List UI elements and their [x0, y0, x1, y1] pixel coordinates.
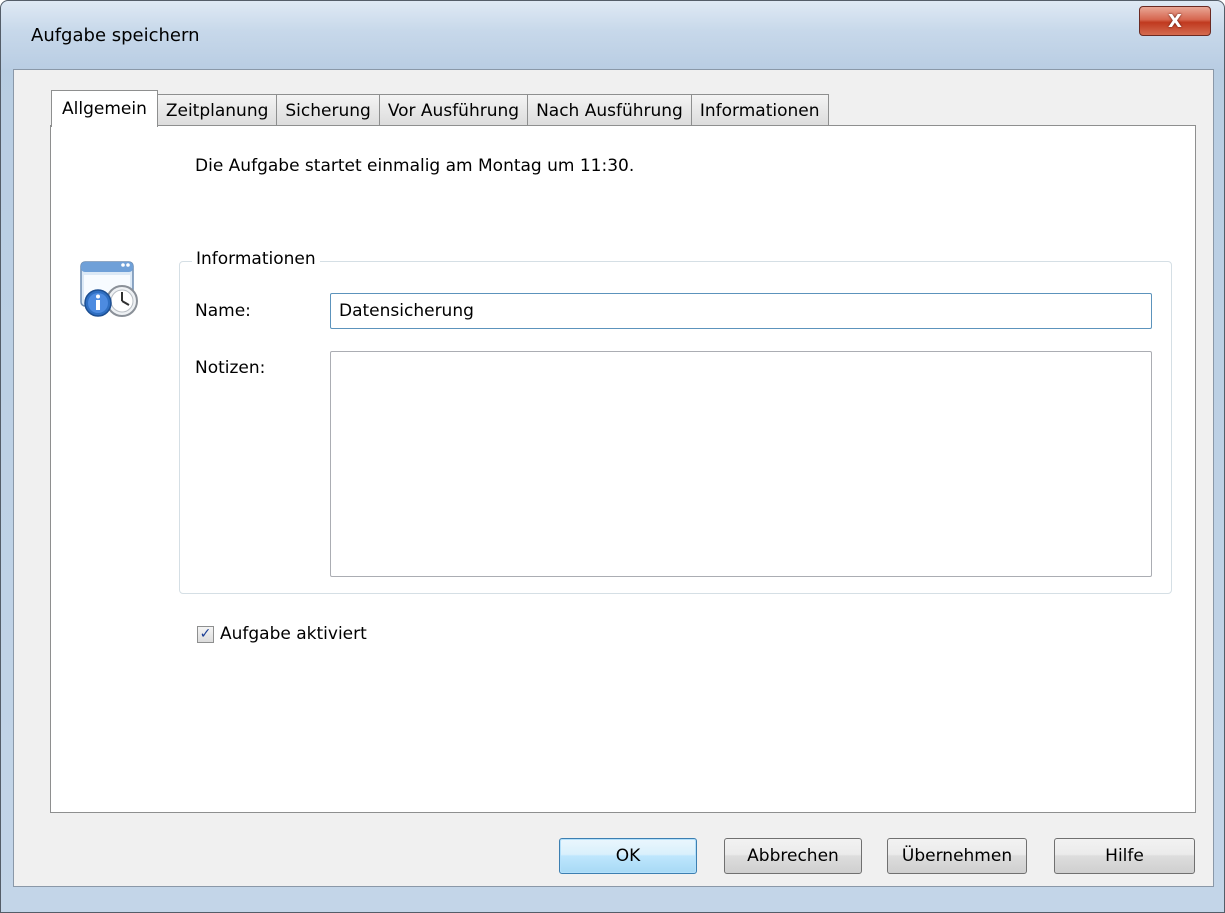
tab-informationen[interactable]: Informationen — [690, 94, 829, 126]
tab-nach-ausfuehrung[interactable]: Nach Ausführung — [527, 94, 692, 126]
dialog-window: Aufgabe speichern X Allgemein Zeitplanun… — [0, 0, 1225, 913]
group-title: Informationen — [192, 249, 320, 269]
help-button[interactable]: Hilfe — [1054, 838, 1195, 874]
cancel-button[interactable]: Abbrechen — [724, 838, 862, 874]
close-button[interactable]: X — [1139, 6, 1211, 36]
apply-button[interactable]: Übernehmen — [887, 838, 1027, 874]
tab-panel-allgemein: Die Aufgabe startet einmalig am Montag u… — [50, 125, 1196, 813]
notes-label: Notizen: — [195, 358, 266, 378]
close-icon: X — [1168, 10, 1182, 32]
ok-button[interactable]: OK — [559, 838, 697, 874]
informationen-group: Informationen Name: Notizen: — [179, 249, 1172, 594]
tab-allgemein[interactable]: Allgemein — [51, 90, 158, 127]
tab-bar: Allgemein Zeitplanung Sicherung Vor Ausf… — [51, 88, 829, 127]
schedule-summary: Die Aufgabe startet einmalig am Montag u… — [195, 156, 635, 176]
task-enabled-row[interactable]: ✓ Aufgabe aktiviert — [197, 624, 367, 644]
name-label: Name: — [195, 301, 251, 321]
checkmark-icon: ✓ — [199, 626, 212, 642]
tab-zeitplanung[interactable]: Zeitplanung — [156, 94, 278, 126]
task-enabled-label: Aufgabe aktiviert — [220, 624, 367, 644]
tab-sicherung[interactable]: Sicherung — [276, 94, 380, 126]
name-input[interactable] — [330, 293, 1152, 329]
task-enabled-checkbox[interactable]: ✓ — [197, 625, 214, 643]
tab-vor-ausfuehrung[interactable]: Vor Ausführung — [378, 94, 529, 126]
dialog-client: Allgemein Zeitplanung Sicherung Vor Ausf… — [13, 69, 1214, 887]
window-title: Aufgabe speichern — [31, 25, 200, 46]
task-info-clock-icon — [80, 261, 138, 317]
notes-textarea[interactable] — [330, 351, 1152, 577]
title-bar[interactable]: Aufgabe speichern X — [1, 1, 1224, 69]
